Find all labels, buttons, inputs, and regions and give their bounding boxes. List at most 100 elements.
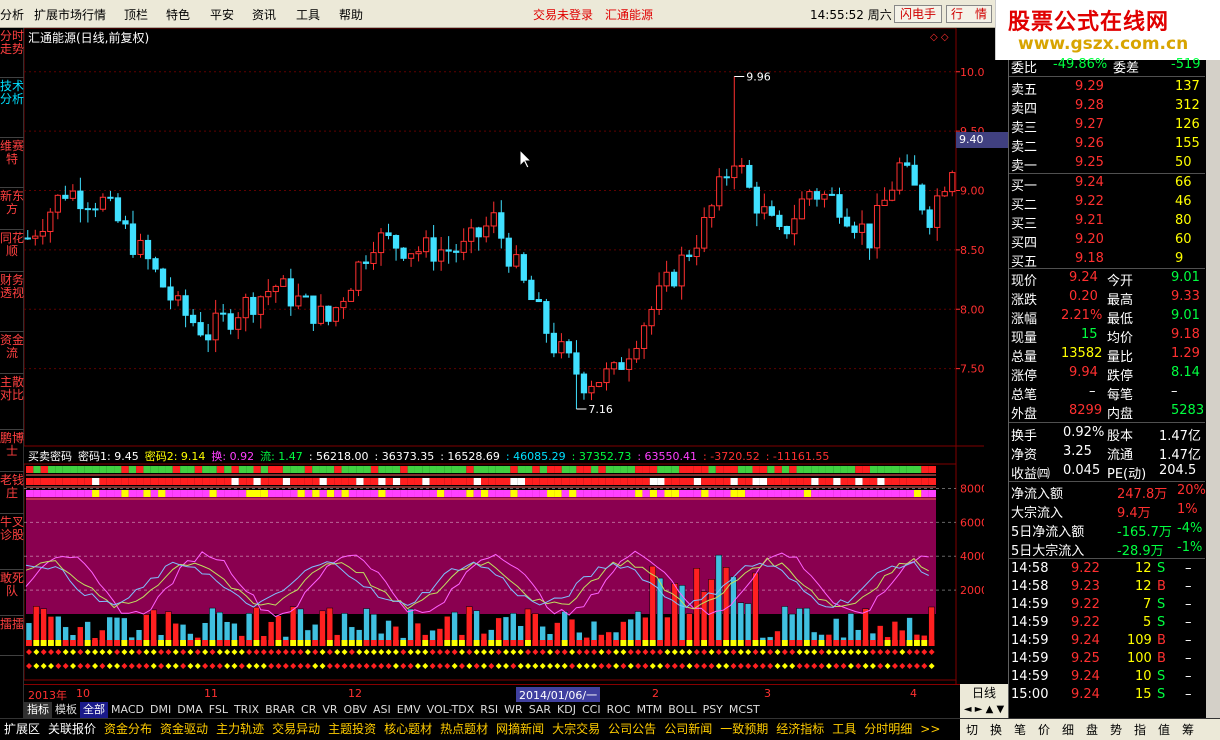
left-tab-7[interactable]: 主散对比 <box>0 374 24 430</box>
indicator-tab-全部[interactable]: 全部 <box>80 702 108 718</box>
bottom-tab-12[interactable]: 公司新闻 <box>660 719 716 739</box>
left-tab-3[interactable]: 新东方 <box>0 188 24 230</box>
bottom-tab-7[interactable]: 核心题材 <box>380 719 436 739</box>
indicator-tab-dma[interactable]: DMA <box>174 702 206 718</box>
bottom-tab-16[interactable]: 分时明细 <box>860 719 916 739</box>
bottom-tab-10[interactable]: 大宗交易 <box>548 719 604 739</box>
left-tab-0[interactable]: 分时走势 <box>0 28 24 78</box>
bottom-right-tab-9[interactable]: 筹 <box>1182 721 1194 738</box>
bottom-tab-11[interactable]: 公司公告 <box>604 719 660 739</box>
signal-bar <box>224 466 232 473</box>
indicator-tab-psy[interactable]: PSY <box>700 702 726 718</box>
left-tab-10[interactable]: 牛叉诊股 <box>0 514 24 570</box>
menu-tools[interactable]: 工具 <box>296 6 320 23</box>
menu-pingan[interactable]: 平安 <box>210 6 234 23</box>
bottom-right-tab-3[interactable]: 价 <box>1038 721 1050 738</box>
menu-top-bar[interactable]: 顶栏 <box>124 6 148 23</box>
indicator-tab-roc[interactable]: ROC <box>604 702 634 718</box>
indicator-tab-vr[interactable]: VR <box>319 702 340 718</box>
bottom-right-tab-2[interactable]: 笔 <box>1014 721 1026 738</box>
indicator-tab-trix[interactable]: TRIX <box>231 702 262 718</box>
signal-diamond <box>517 663 524 669</box>
tick-time: 15:00 <box>1011 687 1049 702</box>
menu-help[interactable]: 帮助 <box>339 6 363 23</box>
indicator-tab-fsl[interactable]: FSL <box>206 702 231 718</box>
bottom-tab-1[interactable]: 关联报价 <box>44 719 100 739</box>
signal-diamond <box>363 649 370 655</box>
indicator-tab-mcst[interactable]: MCST <box>726 702 763 718</box>
bottom-tab-15[interactable]: 工具 <box>828 719 860 739</box>
tick-side: S <box>1157 561 1166 576</box>
period-day-button[interactable]: 日线 <box>960 684 1008 702</box>
indicator-tab-macd[interactable]: MACD <box>108 702 147 718</box>
bottom-right-tab-8[interactable]: 值 <box>1158 721 1170 738</box>
volume-base-bar <box>444 640 451 646</box>
left-tab-8[interactable]: 鹏博士 <box>0 430 24 472</box>
bottom-tab-13[interactable]: 一致预期 <box>716 719 772 739</box>
bottom-right-tab-7[interactable]: 指 <box>1134 721 1146 738</box>
bottom-right-tab-4[interactable]: 细 <box>1062 721 1074 738</box>
chart-corner-icon[interactable]: ◇ ◇ <box>930 32 949 43</box>
left-tab-11[interactable]: 敢死队 <box>0 570 24 616</box>
indicator-tab-boll[interactable]: BOLL <box>665 702 699 718</box>
flash-trade-button[interactable]: 闪电手 <box>894 5 942 23</box>
indicator-tab-sar[interactable]: SAR <box>526 702 554 718</box>
menu-extended-market[interactable]: 扩展市场行情 <box>34 6 106 23</box>
kline-chart-area[interactable]: ◇ ◇10.009.509.008.508.007.509.967.168000… <box>24 28 984 704</box>
signal-bar <box>165 466 173 473</box>
quote-scrollbar[interactable] <box>1206 60 1220 718</box>
left-tab-1[interactable]: 技术分析 <box>0 78 24 138</box>
separator <box>1009 76 1205 77</box>
signal-diamond <box>671 649 678 655</box>
chart-nav-arrows[interactable]: ◄ ► ▲ ▼ <box>960 702 1008 718</box>
indicator-tab-cr[interactable]: CR <box>298 702 319 718</box>
bottom-tab-14[interactable]: 经济指标 <box>772 719 828 739</box>
quote-button[interactable]: 行 情 <box>946 5 992 23</box>
signal-diamond <box>686 663 693 669</box>
indicator-tab-asi[interactable]: ASI <box>370 702 394 718</box>
chart-canvas[interactable]: ◇ ◇10.009.509.008.508.007.509.967.168000… <box>24 28 984 684</box>
indicator-name[interactable]: 买卖密码 <box>28 450 72 463</box>
left-tab-2[interactable]: 维赛特 <box>0 138 24 188</box>
indicator-tab-brar[interactable]: BRAR <box>262 702 298 718</box>
bottom-right-tab-0[interactable]: 切 <box>966 721 978 738</box>
bottom-tab-2[interactable]: 资金分布 <box>100 719 156 739</box>
indicator-tab-vol-tdx[interactable]: VOL-TDX <box>424 702 478 718</box>
left-tab-4[interactable]: 同花顺 <box>0 230 24 272</box>
bottom-tab-8[interactable]: 热点题材 <box>436 719 492 739</box>
left-tab-5[interactable]: 财务透视 <box>0 272 24 332</box>
menu-analysis[interactable]: 分析 <box>0 6 24 23</box>
bottom-right-tab-1[interactable]: 换 <box>990 721 1002 738</box>
menu-features[interactable]: 特色 <box>166 6 190 23</box>
bottom-tab-6[interactable]: 主题投资 <box>324 719 380 739</box>
indicator-tab-kdj[interactable]: KDJ <box>554 702 579 718</box>
left-tab-6[interactable]: 资金流 <box>0 332 24 374</box>
indicator-tab-模板[interactable]: 模板 <box>52 702 80 718</box>
bottom-right-tab-5[interactable]: 盘 <box>1086 721 1098 738</box>
bottom-tab-17[interactable]: >> <box>916 719 944 739</box>
indicator-tab-指标[interactable]: 指标 <box>24 702 52 718</box>
menu-news[interactable]: 资讯 <box>252 6 276 23</box>
bottom-tab-0[interactable]: 扩展区 <box>0 719 44 739</box>
bottom-right-tab-6[interactable]: 势 <box>1110 721 1122 738</box>
vol-axis-label: 20000 <box>960 584 984 597</box>
volume-base-bar <box>517 640 524 646</box>
indicator-tab-cci[interactable]: CCI <box>579 702 604 718</box>
bottom-tab-4[interactable]: 主力轨迹 <box>212 719 268 739</box>
signal-diamond <box>348 649 355 655</box>
signal-diamond <box>143 663 150 669</box>
indicator-tab-emv[interactable]: EMV <box>394 702 424 718</box>
indicator-tab-wr[interactable]: WR <box>501 702 526 718</box>
indicator-tab-mtm[interactable]: MTM <box>634 702 666 718</box>
indicator-tab-dmi[interactable]: DMI <box>147 702 174 718</box>
left-tab-9[interactable]: 老钱庄 <box>0 472 24 514</box>
signal-bar <box>33 466 41 473</box>
bottom-tab-5[interactable]: 交易异动 <box>268 719 324 739</box>
trade-login-status[interactable]: 交易未登录 <box>533 6 593 23</box>
candle-body <box>543 301 550 334</box>
left-tab-12[interactable]: 擂擂 <box>0 616 24 656</box>
bottom-tab-9[interactable]: 网摘新闻 <box>492 719 548 739</box>
bottom-tab-3[interactable]: 资金驱动 <box>156 719 212 739</box>
indicator-tab-obv[interactable]: OBV <box>341 702 370 718</box>
indicator-tab-rsi[interactable]: RSI <box>477 702 501 718</box>
